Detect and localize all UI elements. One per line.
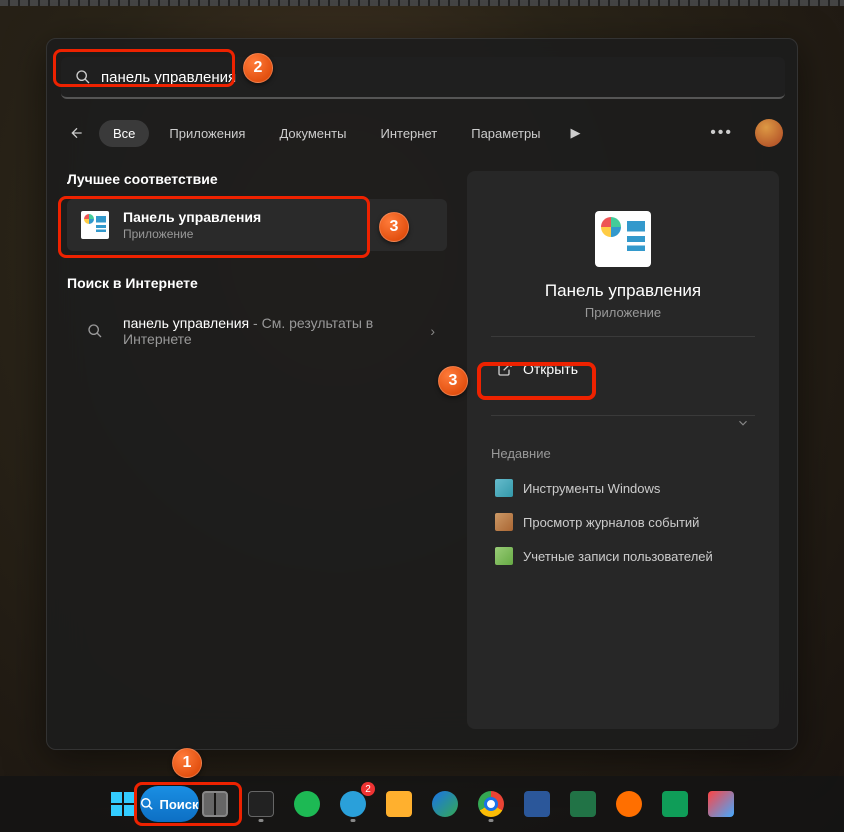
- detail-subtitle: Приложение: [491, 305, 755, 320]
- sheets-app[interactable]: [655, 784, 695, 824]
- detail-title: Панель управления: [491, 281, 755, 301]
- results-left-column: Лучшее соответствие Панель управления Пр…: [67, 171, 447, 359]
- back-button[interactable]: [61, 117, 93, 149]
- web-search-result[interactable]: панель управления - См. результаты в Инт…: [67, 303, 447, 359]
- start-button[interactable]: [103, 784, 143, 824]
- annotation-badge-2: 2: [243, 53, 273, 83]
- open-icon: [497, 361, 513, 377]
- tab-more-arrow[interactable]: ▶: [561, 119, 591, 147]
- annotation-badge-1: 1: [172, 748, 202, 778]
- chevron-down-icon[interactable]: [731, 411, 755, 435]
- tab-web[interactable]: Интернет: [366, 120, 451, 147]
- tab-apps[interactable]: Приложения: [155, 120, 259, 147]
- word-app[interactable]: [517, 784, 557, 824]
- photos-app[interactable]: [701, 784, 741, 824]
- control-panel-icon: [79, 209, 111, 241]
- windows-search-panel: Все Приложения Документы Интернет Параме…: [46, 38, 798, 750]
- annotation-badge-3b: 3: [438, 366, 468, 396]
- more-options-button[interactable]: •••: [702, 120, 741, 146]
- taskbar: Поиск 2: [0, 776, 844, 832]
- taskbar-search-label: Поиск: [160, 797, 199, 812]
- chevron-right-icon: ›: [430, 323, 435, 339]
- file-explorer-app[interactable]: [379, 784, 419, 824]
- user-avatar[interactable]: [755, 119, 783, 147]
- calculator-app[interactable]: [241, 784, 281, 824]
- open-action[interactable]: Открыть: [491, 353, 755, 385]
- best-match-heading: Лучшее соответствие: [67, 171, 447, 187]
- task-view-button[interactable]: [195, 784, 235, 824]
- detail-pane: Панель управления Приложение Открыть Нед…: [467, 171, 779, 729]
- spotify-app[interactable]: [287, 784, 327, 824]
- excel-app[interactable]: [563, 784, 603, 824]
- app-icon[interactable]: [609, 784, 649, 824]
- divider: [491, 336, 755, 337]
- recent-item[interactable]: Просмотр журналов событий: [491, 505, 755, 539]
- open-label: Открыть: [523, 361, 578, 377]
- web-result-text: панель управления - См. результаты в Инт…: [123, 315, 418, 347]
- event-log-icon: [495, 513, 513, 531]
- browser-app[interactable]: [425, 784, 465, 824]
- search-input[interactable]: [61, 57, 785, 99]
- search-box-container: [61, 57, 785, 99]
- search-icon: [79, 315, 111, 347]
- tab-documents[interactable]: Документы: [265, 120, 360, 147]
- search-icon: [75, 69, 91, 85]
- control-panel-icon: [595, 211, 651, 267]
- annotation-badge-3a: 3: [379, 212, 409, 242]
- recent-item[interactable]: Инструменты Windows: [491, 471, 755, 505]
- users-icon: [495, 547, 513, 565]
- recent-heading: Недавние: [491, 446, 755, 461]
- filter-tabs: Все Приложения Документы Интернет Параме…: [61, 113, 783, 153]
- web-search-heading: Поиск в Интернете: [67, 275, 447, 291]
- recent-item[interactable]: Учетные записи пользователей: [491, 539, 755, 573]
- tools-icon: [495, 479, 513, 497]
- tab-settings[interactable]: Параметры: [457, 120, 554, 147]
- taskbar-search-button[interactable]: Поиск: [149, 784, 189, 824]
- divider: [491, 415, 755, 416]
- chrome-app[interactable]: [471, 784, 511, 824]
- telegram-app[interactable]: 2: [333, 784, 373, 824]
- tab-all[interactable]: Все: [99, 120, 149, 147]
